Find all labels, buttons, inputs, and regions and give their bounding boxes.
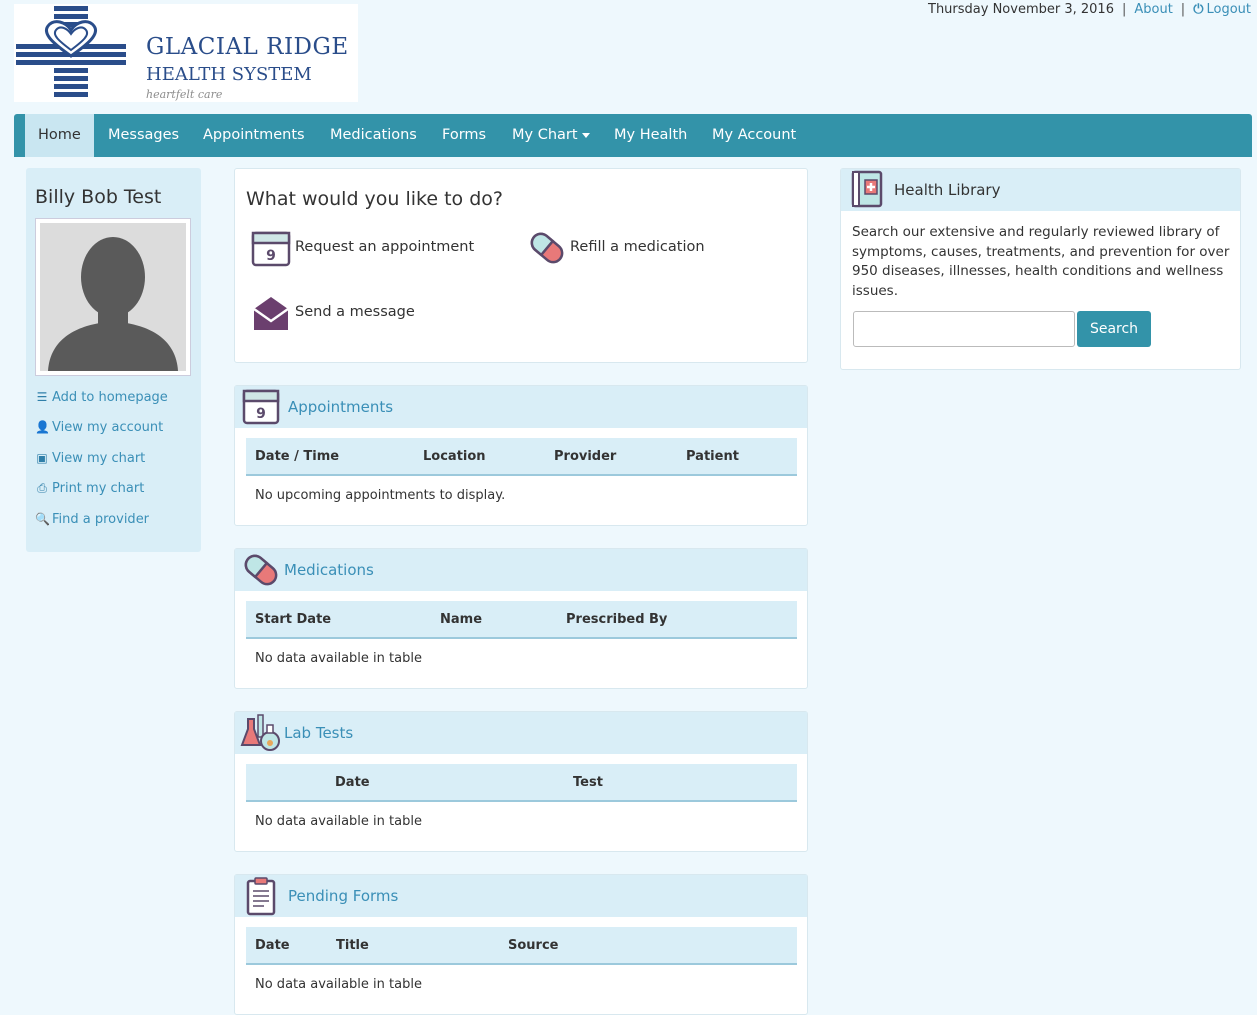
calendar-day: 9 bbox=[256, 406, 266, 422]
appointments-table-header: Date / Time Location Provider Patient bbox=[246, 438, 797, 476]
list-icon: ☰ bbox=[36, 390, 48, 404]
col-date[interactable]: Date bbox=[255, 938, 290, 953]
logo[interactable]: GLACIAL RIDGE HEALTH SYSTEM heartfelt ca… bbox=[14, 4, 358, 102]
search-icon: 🔍 bbox=[35, 512, 50, 526]
logo-tagline: heartfelt care bbox=[146, 88, 223, 101]
health-library-search-input[interactable] bbox=[853, 311, 1075, 347]
appointments-panel: 9 Appointments Date / Time Location Prov… bbox=[234, 385, 808, 526]
medications-title[interactable]: Medications bbox=[284, 561, 374, 579]
quick-actions-panel: What would you like to do? 9 Request an … bbox=[234, 168, 808, 363]
briefcase-icon: ▣ bbox=[36, 451, 48, 465]
col-patient[interactable]: Patient bbox=[686, 449, 739, 464]
logout-label: Logout bbox=[1206, 2, 1251, 17]
nav-my-chart-label: My Chart bbox=[512, 127, 578, 143]
top-bar: Thursday November 3, 2016 | About | ⏻ Logout bbox=[928, 2, 1251, 17]
medical-book-icon bbox=[851, 170, 883, 208]
health-library-panel: Health Library Search our extensive and … bbox=[840, 168, 1241, 370]
lab-tests-panel: Lab Tests Date Test No data available in… bbox=[234, 711, 808, 852]
lab-tests-table-header: Date Test bbox=[246, 764, 797, 802]
col-source[interactable]: Source bbox=[508, 938, 558, 953]
flask-icon bbox=[240, 714, 280, 751]
pending-forms-empty: No data available in table bbox=[255, 977, 422, 992]
nav-my-health[interactable]: My Health bbox=[601, 114, 700, 157]
pending-forms-panel: Pending Forms Date Title Source No data … bbox=[234, 874, 808, 1015]
nav-forms[interactable]: Forms bbox=[429, 114, 499, 157]
nav-messages[interactable]: Messages bbox=[95, 114, 192, 157]
power-icon: ⏻ bbox=[1193, 2, 1204, 17]
add-to-homepage-label: Add to homepage bbox=[52, 390, 168, 405]
user-silhouette-icon bbox=[48, 237, 178, 371]
clipboard-icon bbox=[246, 877, 276, 916]
appointments-title[interactable]: Appointments bbox=[288, 398, 393, 416]
col-provider[interactable]: Provider bbox=[554, 449, 616, 464]
health-library-description: Search our extensive and regularly revie… bbox=[852, 224, 1230, 299]
col-title[interactable]: Title bbox=[336, 938, 369, 953]
user-icon: 👤 bbox=[35, 420, 50, 434]
envelope-icon bbox=[253, 297, 289, 330]
col-date-time[interactable]: Date / Time bbox=[255, 449, 339, 464]
send-message-link[interactable]: Send a message bbox=[295, 304, 415, 320]
medications-panel: Medications Start Date Name Prescribed B… bbox=[234, 548, 808, 689]
cross-heart-logo-icon bbox=[16, 6, 126, 97]
col-date[interactable]: Date bbox=[335, 775, 370, 790]
refill-medication-link[interactable]: Refill a medication bbox=[570, 239, 705, 255]
medications-table-header: Start Date Name Prescribed By bbox=[246, 601, 797, 639]
pending-forms-title[interactable]: Pending Forms bbox=[288, 887, 398, 905]
print-chart-link[interactable]: ⎙ Print my chart bbox=[35, 481, 144, 496]
profile-sidebar: Billy Bob Test ☰ Add to homepage 👤 View my… bbox=[26, 168, 201, 552]
pending-forms-table-header: Date Title Source bbox=[246, 927, 797, 965]
pill-icon bbox=[244, 554, 278, 586]
add-to-homepage-link[interactable]: ☰ Add to homepage bbox=[35, 390, 168, 405]
calendar-icon: 9 bbox=[251, 231, 291, 267]
nav-my-account[interactable]: My Account bbox=[699, 114, 809, 157]
nav-appointments[interactable]: Appointments bbox=[190, 114, 318, 157]
lab-tests-empty: No data available in table bbox=[255, 814, 422, 829]
logo-subtitle: HEALTH SYSTEM bbox=[146, 64, 312, 85]
nav-my-chart[interactable]: My Chart bbox=[499, 114, 603, 157]
col-prescribed-by[interactable]: Prescribed By bbox=[566, 612, 667, 627]
lab-tests-title[interactable]: Lab Tests bbox=[284, 724, 353, 742]
avatar bbox=[35, 218, 191, 376]
col-test[interactable]: Test bbox=[573, 775, 603, 790]
main-nav: Home Messages Appointments Medications F… bbox=[14, 114, 1252, 157]
pill-icon bbox=[530, 232, 564, 264]
medications-empty: No data available in table bbox=[255, 651, 422, 666]
health-library-search-button[interactable]: Search bbox=[1077, 311, 1151, 347]
logo-title: GLACIAL RIDGE bbox=[146, 34, 349, 60]
print-icon: ⎙ bbox=[37, 481, 47, 495]
col-name[interactable]: Name bbox=[440, 612, 482, 627]
find-provider-label: Find a provider bbox=[52, 512, 150, 527]
logout-link[interactable]: ⏻ Logout bbox=[1193, 2, 1251, 17]
quick-actions-title: What would you like to do? bbox=[246, 188, 503, 210]
col-location[interactable]: Location bbox=[423, 449, 486, 464]
view-chart-label: View my chart bbox=[52, 451, 146, 466]
current-date: Thursday November 3, 2016 bbox=[928, 2, 1114, 17]
view-account-link[interactable]: 👤 View my account bbox=[35, 420, 163, 435]
health-library-title: Health Library bbox=[894, 181, 1001, 199]
user-name: Billy Bob Test bbox=[35, 186, 162, 208]
find-provider-link[interactable]: 🔍 Find a provider bbox=[35, 512, 149, 527]
calendar-day: 9 bbox=[266, 248, 276, 264]
caret-down-icon bbox=[581, 132, 590, 138]
nav-home[interactable]: Home bbox=[25, 114, 94, 157]
request-appointment-link[interactable]: Request an appointment bbox=[295, 239, 474, 255]
print-chart-label: Print my chart bbox=[52, 481, 145, 496]
appointments-empty: No upcoming appointments to display. bbox=[255, 488, 506, 503]
about-link[interactable]: About bbox=[1134, 2, 1172, 17]
calendar-icon: 9 bbox=[242, 389, 280, 425]
nav-medications[interactable]: Medications bbox=[317, 114, 430, 157]
view-account-label: View my account bbox=[52, 420, 164, 435]
col-start-date[interactable]: Start Date bbox=[255, 612, 331, 627]
view-chart-link[interactable]: ▣ View my chart bbox=[35, 451, 145, 466]
